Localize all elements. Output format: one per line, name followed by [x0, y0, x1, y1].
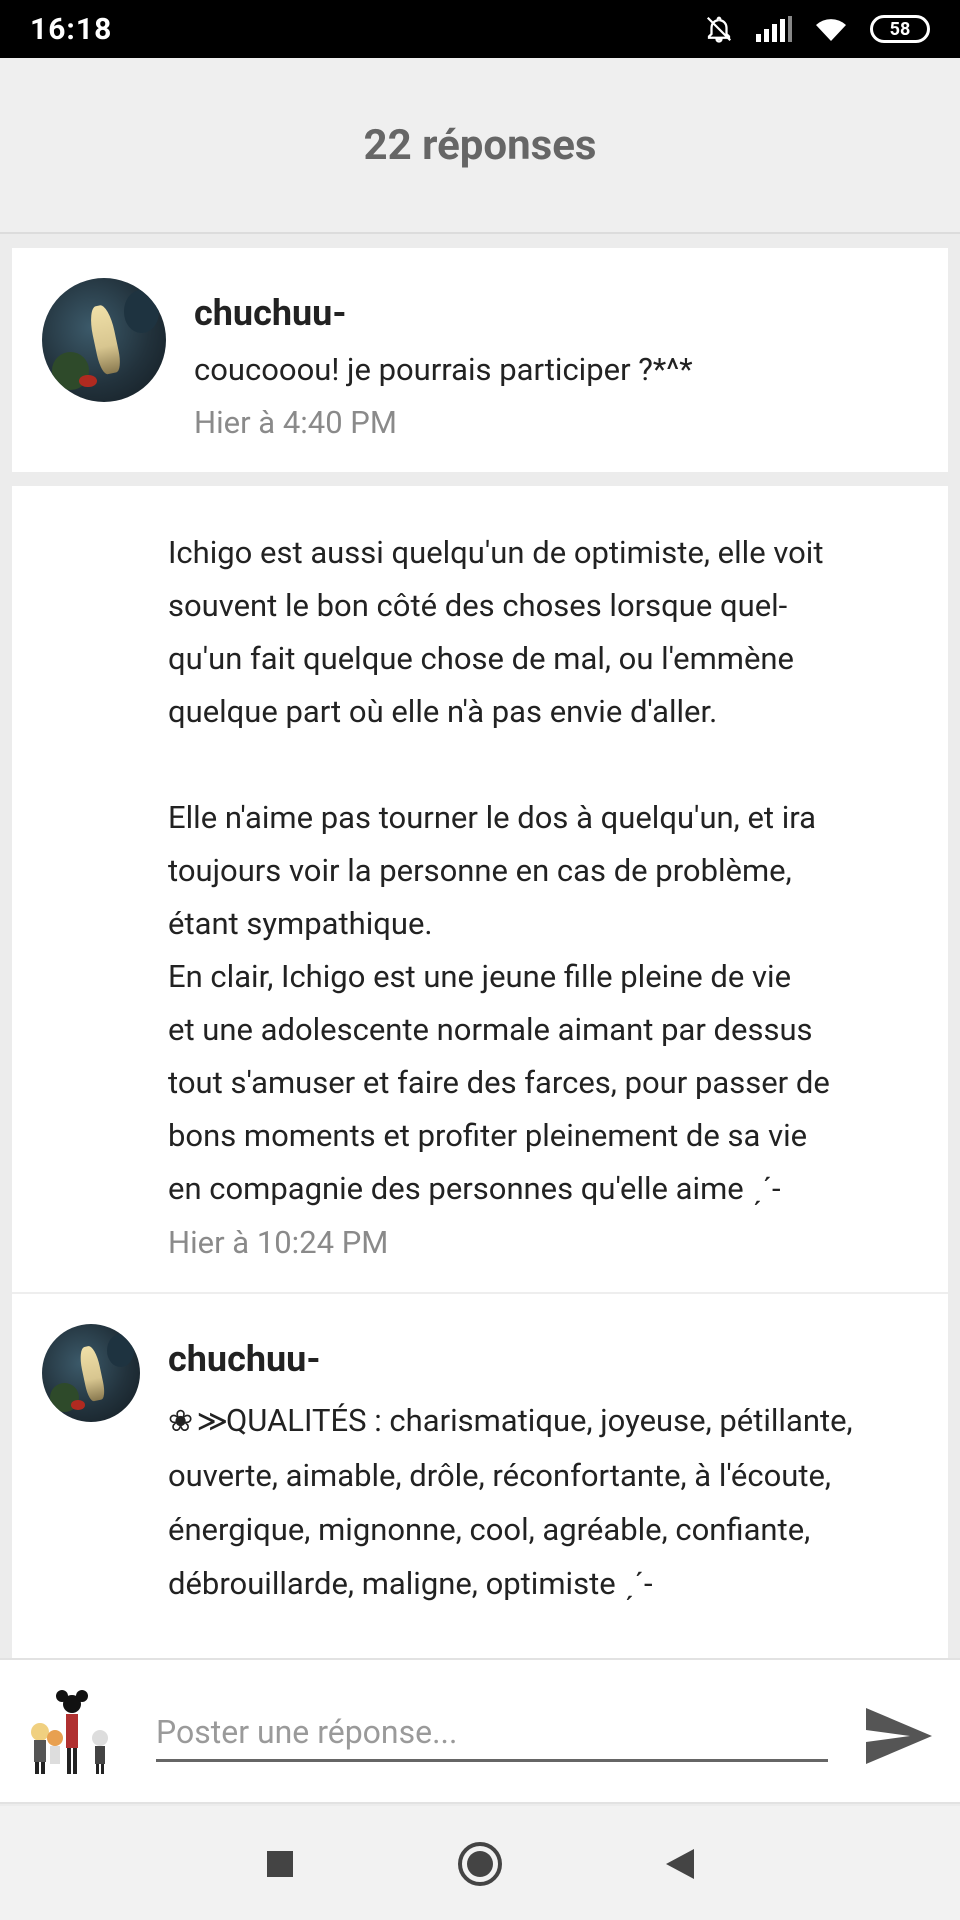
replies-feed[interactable]: chuchuu- coucooou! je pourrais participe…: [12, 248, 948, 1658]
wifi-icon: [814, 16, 848, 42]
status-time: 16:18: [30, 11, 113, 47]
bell-off-icon: [704, 14, 734, 44]
battery-icon: 58: [870, 15, 930, 43]
reply-message: Ichigo est aussi quelqu'un de optimiste,…: [168, 534, 830, 1207]
back-triangle-icon[interactable]: [650, 1834, 710, 1894]
user-avatar[interactable]: [22, 1684, 122, 1784]
page-title: 22 réponses: [363, 120, 597, 170]
reply-message: ❀ ≫QUALITÉS : charismatique, joyeuse, pé…: [168, 1394, 928, 1611]
avatar[interactable]: [42, 1324, 140, 1422]
qualities-text: QUALITÉS : charismatique, joyeuse, pétil…: [168, 1402, 853, 1602]
username[interactable]: chuchuu-: [168, 1338, 321, 1380]
replies-header: 22 réponses: [0, 58, 960, 234]
status-icons: 58: [704, 14, 930, 44]
reply-card[interactable]: Ichigo est aussi quelqu'un de optimiste,…: [12, 486, 948, 1294]
signal-icon: [756, 16, 792, 42]
reply-bar: [0, 1658, 960, 1804]
username[interactable]: chuchuu-: [194, 292, 347, 334]
reply-input[interactable]: [156, 1704, 828, 1762]
status-bar: 16:18 58: [0, 0, 960, 58]
reply-card[interactable]: chuchuu- coucooou! je pourrais participe…: [12, 248, 948, 472]
reply-timestamp: Hier à 4:40 PM: [194, 404, 397, 441]
system-nav-bar: [0, 1806, 960, 1920]
home-circle-icon[interactable]: [450, 1834, 510, 1894]
reply-timestamp: Hier à 10:24 PM: [168, 1224, 389, 1261]
avatar[interactable]: [42, 278, 166, 402]
reply-card[interactable]: chuchuu- ❀ ≫QUALITÉS : charismatique, jo…: [12, 1294, 948, 1658]
reply-message: coucooou! je pourrais participer ?*^*: [194, 351, 693, 388]
decorative-symbol: ❀ ≫: [168, 1404, 228, 1439]
recents-square-icon[interactable]: [250, 1834, 310, 1894]
send-icon[interactable]: [864, 1704, 934, 1768]
